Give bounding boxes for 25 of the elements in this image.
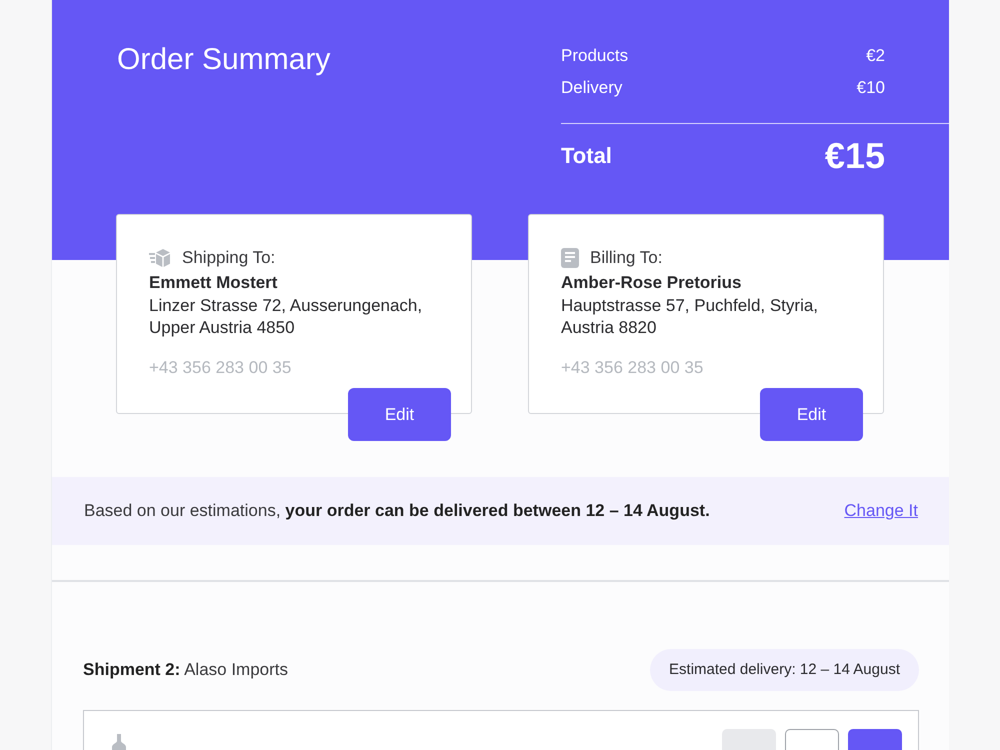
plus-button[interactable] xyxy=(848,729,902,750)
box-icon xyxy=(149,249,171,267)
summary-label: Products xyxy=(561,46,628,66)
contact-name: Emmett Mostert xyxy=(149,272,278,294)
change-link[interactable]: Change It xyxy=(844,501,918,521)
card-heading: Billing To: xyxy=(590,247,662,269)
page-title: Order Summary xyxy=(117,42,332,78)
contact-name: Amber-Rose Pretorius xyxy=(561,272,742,294)
delivery-estimate-text: Based on our estimations, your order can be delivered between 12 – 14 August. xyxy=(84,501,710,521)
summary-amount: €2 xyxy=(866,46,885,66)
delivery-estimate-badge: Estimated delivery: 12 – 14 August xyxy=(650,649,919,691)
phone-number: +43 356 283 00 35 xyxy=(149,357,292,379)
postal-address: Hauptstrasse 57, Puchfeld, Styria, Austria 8820 xyxy=(561,295,820,339)
card-heading: Shipping To: xyxy=(182,247,276,269)
edit-button[interactable]: Edit xyxy=(760,388,863,441)
quantity-field[interactable] xyxy=(785,729,839,750)
total-amount: €15 xyxy=(824,135,885,177)
summary-label: Delivery xyxy=(561,78,622,98)
edit-button[interactable]: Edit xyxy=(348,388,451,441)
phone-number: +43 356 283 00 35 xyxy=(561,357,704,379)
summary-amount: €10 xyxy=(856,78,885,98)
shipment-heading: Shipment 2: Alaso Imports xyxy=(83,660,288,680)
total-label: Total xyxy=(561,143,612,169)
receipt-icon xyxy=(561,248,579,268)
postal-address: Linzer Strasse 72, Ausserungenach, Upper Austria 4850 xyxy=(149,295,424,339)
